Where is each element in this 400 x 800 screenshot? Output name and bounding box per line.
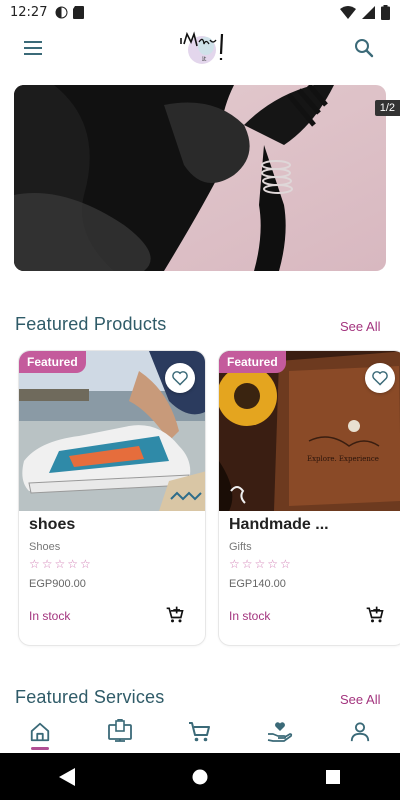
product-price: EGP140.00 [229, 578, 286, 590]
rating-stars: ☆☆☆☆☆ [229, 557, 293, 571]
banner-page-counter: 1/2 [374, 100, 400, 116]
favorite-button[interactable] [165, 363, 195, 393]
recents-button[interactable] [313, 757, 353, 797]
stock-status: In stock [229, 609, 271, 623]
menu-icon[interactable] [22, 38, 48, 60]
home-icon [30, 722, 50, 742]
featured-products-see-all-link[interactable]: See All [340, 319, 380, 334]
nav-home[interactable] [0, 710, 80, 754]
rating-stars: ☆☆☆☆☆ [29, 557, 93, 571]
status-left-icons [55, 5, 85, 19]
sd-card-icon [73, 5, 85, 19]
status-time: 12:27 [10, 4, 48, 20]
back-triangle-icon [58, 767, 75, 786]
wifi-icon [340, 5, 356, 19]
promo-banner-image[interactable] [14, 85, 386, 271]
svg-text:Explore. Experience: Explore. Experience [307, 455, 379, 463]
product-category: Shoes [29, 541, 61, 553]
nav-donate[interactable] [240, 710, 320, 754]
cart-icon [189, 722, 210, 742]
product-category: Gifts [229, 541, 252, 553]
heart-outline-icon [372, 371, 388, 386]
top-app-bar: it [0, 24, 400, 74]
product-card[interactable]: Featured shoes Shoes ☆☆☆☆☆ EGP900.00 In … [18, 350, 206, 646]
nav-cart[interactable] [160, 710, 240, 754]
back-button[interactable] [47, 757, 87, 797]
featured-services-title: Featured Services [15, 687, 165, 707]
recents-square-icon [326, 769, 341, 784]
product-card[interactable]: Explore. Experience Featured Handmade ..… [218, 350, 400, 646]
shop-icon [108, 719, 132, 742]
system-navigation-bar [0, 753, 400, 800]
nav-shop[interactable] [80, 710, 160, 754]
bottom-navigation [0, 710, 400, 754]
add-to-cart-icon[interactable] [365, 605, 385, 625]
featured-services-see-all-link[interactable]: See All [340, 692, 380, 707]
product-price: EGP900.00 [29, 578, 86, 590]
stock-status: In stock [29, 609, 71, 623]
search-icon[interactable] [352, 36, 376, 60]
nav-profile[interactable] [320, 710, 400, 754]
heart-outline-icon [172, 371, 188, 386]
profile-icon [350, 722, 370, 742]
vpn-icon [55, 6, 68, 18]
favorite-button[interactable] [365, 363, 395, 393]
signal-icon [362, 5, 375, 19]
add-to-cart-icon[interactable] [165, 605, 185, 625]
app-screen: 12:27 it 1/2 Featured Products See All F… [0, 0, 400, 800]
home-button[interactable] [180, 757, 220, 797]
home-circle-icon [192, 769, 208, 784]
featured-badge: Featured [219, 351, 286, 373]
battery-icon [381, 4, 390, 20]
product-name: Handmade ... [229, 516, 329, 533]
svg-text:it: it [202, 56, 207, 63]
status-bar: 12:27 [0, 0, 400, 24]
product-name: shoes [29, 516, 76, 533]
donate-icon [267, 722, 293, 742]
status-right-icons [340, 4, 390, 20]
featured-badge: Featured [19, 351, 86, 373]
app-logo: it [172, 28, 232, 72]
featured-products-title: Featured Products [15, 314, 167, 334]
